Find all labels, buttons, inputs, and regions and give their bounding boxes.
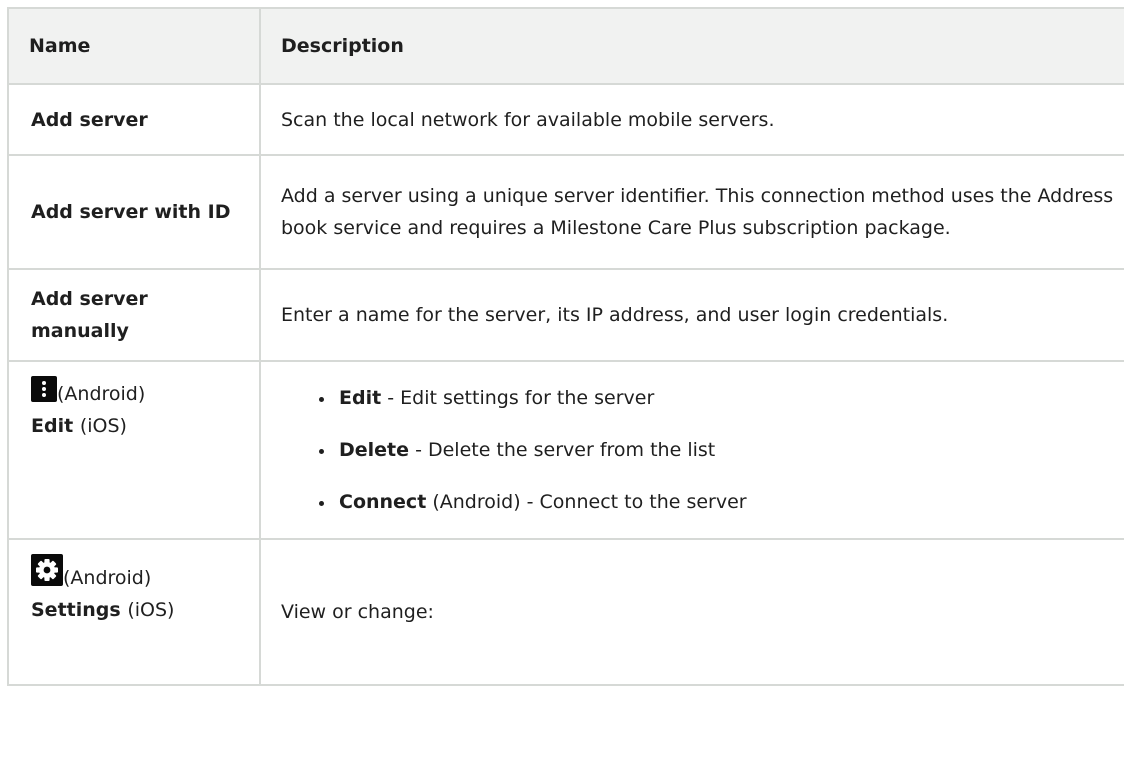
android-label: (Android): [57, 383, 146, 405]
option-name: Connect: [339, 491, 427, 513]
ios-label-bold: Edit: [31, 415, 74, 437]
row-description-add-server-with-id: Add a server using a unique server ident…: [259, 154, 1124, 270]
list-item: Edit - Edit settings for the server: [319, 382, 1124, 414]
table-header-row: Name Description: [7, 7, 1124, 85]
row-description-add-server-manually: Enter a name for the server, its IP addr…: [259, 268, 1124, 362]
kebab-menu-icon: [31, 376, 57, 402]
row-name-add-server: Add server: [7, 83, 261, 156]
row-name-add-server-with-id: Add server with ID: [7, 154, 261, 270]
row-name-edit: (Android) Edit (iOS): [7, 360, 261, 540]
list-item: Connect (Android) - Connect to the serve…: [319, 486, 1124, 518]
ios-label-suffix: (iOS): [127, 599, 175, 621]
server-options-table-wrapper: Name Description Add server Scan the loc…: [7, 7, 1124, 767]
column-header-name: Name: [7, 7, 261, 85]
table-row: (Android) Edit (iOS) Edit - Edit setting…: [7, 360, 1124, 540]
row-description-edit: Edit - Edit settings for the server Dele…: [259, 360, 1124, 540]
row-description-settings: View or change:: [259, 538, 1124, 686]
option-name: Delete: [339, 439, 410, 461]
option-description: - Edit settings for the server: [381, 387, 655, 409]
row-name-add-server-manually: Add server manually: [7, 268, 261, 362]
android-label: (Android): [63, 567, 152, 589]
server-options-table: Name Description Add server Scan the loc…: [7, 7, 1124, 686]
option-name: Edit: [339, 387, 382, 409]
list-item: Delete - Delete the server from the list: [319, 434, 1124, 466]
ios-label-bold: Settings: [31, 599, 121, 621]
column-header-description: Description: [259, 7, 1124, 85]
ios-label-suffix: (iOS): [79, 415, 127, 437]
row-description-add-server: Scan the local network for available mob…: [259, 83, 1124, 156]
table-row: Add server with ID Add a server using a …: [7, 154, 1124, 270]
option-description: (Android) - Connect to the server: [426, 491, 747, 513]
table-row: (Android) Settings (iOS) View or change:: [7, 538, 1124, 686]
gear-icon: [31, 554, 63, 586]
edit-options-list: Edit - Edit settings for the server Dele…: [281, 382, 1124, 518]
table-row: Add server Scan the local network for av…: [7, 83, 1124, 156]
option-description: - Delete the server from the list: [409, 439, 716, 461]
table-row: Add server manually Enter a name for the…: [7, 268, 1124, 362]
row-name-settings: (Android) Settings (iOS): [7, 538, 261, 686]
